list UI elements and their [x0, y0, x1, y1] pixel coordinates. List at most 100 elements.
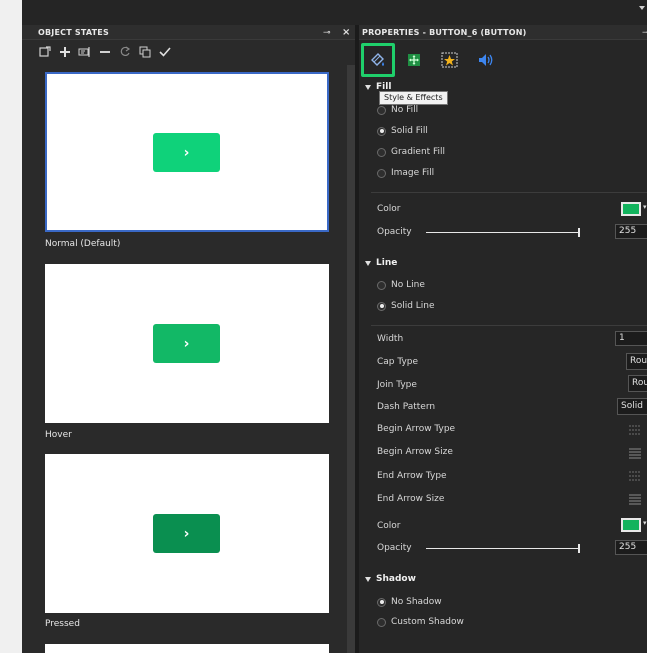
state-thumbnail-pressed[interactable]: ›: [45, 454, 329, 613]
line-opacity-input[interactable]: 255: [615, 540, 647, 555]
state-button-preview: ›: [153, 133, 220, 172]
state-label-hover: Hover: [45, 430, 72, 440]
chevron-right-icon: ›: [183, 525, 190, 542]
menu-caret-icon[interactable]: [639, 6, 645, 10]
line-opacity-slider-thumb[interactable]: [578, 544, 580, 553]
radio-selected-icon: [377, 301, 386, 311]
collapse-triangle-icon: [365, 576, 371, 582]
tab-position-size[interactable]: [402, 48, 426, 72]
begin-arrow-size-icon[interactable]: [627, 446, 643, 460]
state-thumbnail-normal[interactable]: ›: [45, 72, 329, 232]
line-width-input[interactable]: 1: [615, 331, 647, 346]
radio-label: Gradient Fill: [391, 147, 446, 157]
object-states-scrollbar[interactable]: [347, 65, 355, 653]
reset-icon[interactable]: [118, 45, 132, 59]
top-strip: [22, 0, 647, 25]
line-option-solid-line[interactable]: Solid Line: [377, 301, 435, 311]
tab-audio[interactable]: [474, 48, 498, 72]
end-arrow-size-icon[interactable]: [627, 492, 643, 506]
state-button-preview: ›: [153, 514, 220, 553]
fill-opacity-slider[interactable]: [426, 232, 579, 233]
radio-label: Solid Fill: [391, 126, 428, 136]
shadow-section-header[interactable]: Shadow: [365, 574, 416, 584]
divider: [371, 325, 647, 326]
tooltip: Style & Effects: [379, 91, 448, 105]
state-thumbnail-next[interactable]: [45, 644, 329, 653]
radio-label: No Fill: [391, 105, 419, 115]
object-states-header: OBJECT STATES: [22, 25, 355, 40]
radio-label: Image Fill: [391, 168, 435, 178]
line-color-label: Color: [377, 521, 401, 531]
fill-color-swatch[interactable]: [621, 202, 641, 216]
rename-icon[interactable]: [78, 45, 92, 59]
app-window: OBJECT STATES › Normal (Default) › Hover…: [22, 0, 647, 653]
tab-states[interactable]: [438, 48, 462, 72]
pin-icon[interactable]: ⊸: [323, 28, 331, 38]
radio-label: No Shadow: [391, 597, 442, 607]
divider: [371, 192, 647, 193]
done-icon[interactable]: [158, 45, 172, 59]
dash-pattern-label: Dash Pattern: [377, 402, 436, 412]
position-size-icon: [408, 54, 420, 66]
line-width-label: Width: [377, 334, 404, 344]
radio-label: Solid Line: [391, 301, 435, 311]
object-states-panel: OBJECT STATES › Normal (Default) › Hover…: [22, 25, 355, 653]
radio-selected-icon: [377, 126, 386, 136]
fill-option-no-fill[interactable]: No Fill: [377, 105, 418, 115]
dash-pattern-select[interactable]: Solid: [617, 398, 647, 415]
object-states-toolbar: [38, 41, 172, 63]
shadow-option-no-shadow[interactable]: No Shadow: [377, 597, 442, 607]
new-state-icon[interactable]: [38, 45, 52, 59]
tab-highlight: [361, 43, 395, 77]
state-button-preview: ›: [153, 324, 220, 363]
object-states-title: OBJECT STATES: [38, 28, 109, 37]
states-icon: [441, 52, 458, 68]
line-heading: Line: [376, 258, 398, 268]
fill-option-image-fill[interactable]: Image Fill: [377, 168, 434, 178]
remove-icon[interactable]: [98, 45, 112, 59]
fill-opacity-input[interactable]: 255: [615, 224, 647, 239]
fill-option-gradient-fill[interactable]: Gradient Fill: [377, 147, 445, 157]
join-type-label: Join Type: [377, 380, 417, 390]
state-thumbnail-hover[interactable]: ›: [45, 264, 329, 423]
end-arrow-type-icon[interactable]: [627, 469, 643, 483]
chevron-down-icon[interactable]: ▾: [643, 519, 647, 533]
state-label-normal: Normal (Default): [45, 239, 121, 249]
cap-type-select[interactable]: Round: [626, 353, 647, 370]
end-arrow-size-label: End Arrow Size: [377, 494, 445, 504]
properties-title: PROPERTIES - BUTTON_6 (BUTTON): [362, 28, 527, 37]
fill-opacity-slider-thumb[interactable]: [578, 228, 580, 237]
fill-section-header[interactable]: Fill: [365, 82, 391, 92]
chevron-right-icon: ›: [183, 144, 190, 161]
cap-type-label: Cap Type: [377, 357, 419, 367]
add-icon[interactable]: [58, 45, 72, 59]
radio-icon: [377, 147, 386, 157]
line-opacity-label: Opacity: [377, 543, 412, 553]
properties-header: PROPERTIES - BUTTON_6 (BUTTON) ⊸: [359, 25, 647, 40]
radio-label: No Line: [391, 280, 425, 290]
line-color-swatch[interactable]: [621, 518, 641, 532]
collapse-triangle-icon: [365, 260, 371, 266]
chevron-down-icon[interactable]: ▾: [643, 203, 647, 217]
shadow-option-custom-shadow[interactable]: Custom Shadow: [377, 617, 464, 627]
join-type-select[interactable]: Round: [628, 375, 647, 392]
copy-icon[interactable]: [138, 45, 152, 59]
begin-arrow-type-icon[interactable]: [627, 423, 643, 437]
line-section-header[interactable]: Line: [365, 258, 397, 268]
radio-selected-icon: [377, 597, 386, 607]
fill-color-label: Color: [377, 204, 401, 214]
audio-icon: [479, 54, 493, 66]
radio-icon: [377, 280, 386, 290]
close-icon[interactable]: ×: [342, 27, 350, 38]
fill-heading: Fill: [376, 82, 392, 92]
radio-icon: [377, 168, 386, 178]
line-option-no-line[interactable]: No Line: [377, 280, 425, 290]
tab-style-effects[interactable]: [361, 43, 395, 77]
line-opacity-slider[interactable]: [426, 548, 579, 549]
begin-arrow-type-label: Begin Arrow Type: [377, 424, 456, 434]
radio-label: Custom Shadow: [391, 617, 464, 627]
fill-option-solid-fill[interactable]: Solid Fill: [377, 126, 428, 136]
radio-icon: [377, 617, 386, 627]
end-arrow-type-label: End Arrow Type: [377, 471, 447, 481]
pin-icon[interactable]: ⊸: [642, 28, 647, 38]
